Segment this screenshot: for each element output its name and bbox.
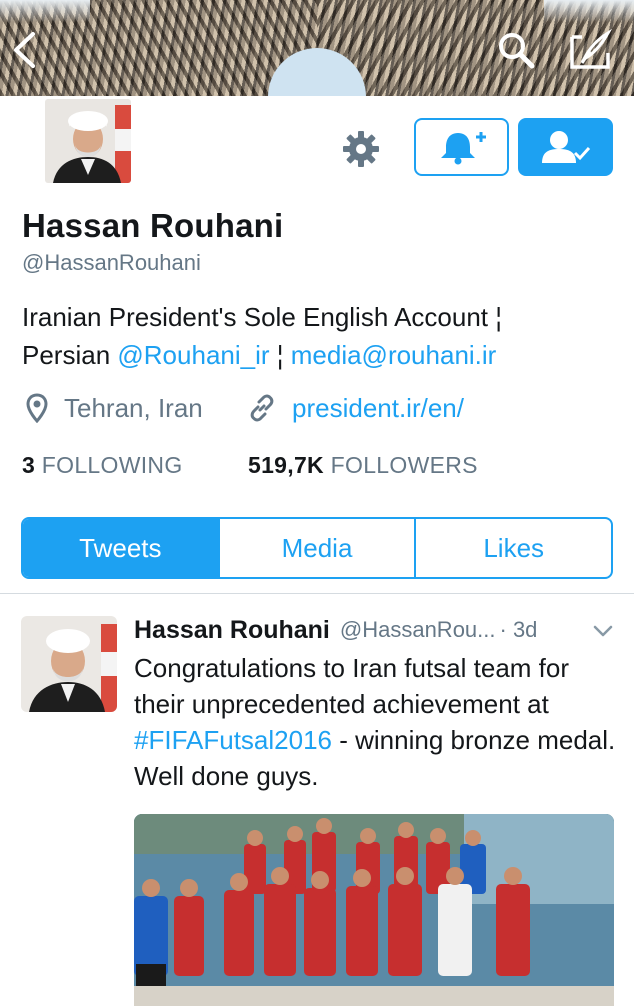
tweet-avatar[interactable] — [21, 616, 117, 712]
profile-avatar[interactable] — [42, 96, 134, 186]
tweet-text: Congratulations to Iran futsal team for … — [134, 650, 626, 794]
profile-tabs: Tweets Media Likes — [21, 517, 613, 579]
following-number: 3 — [22, 452, 36, 478]
gear-icon — [343, 131, 379, 167]
profile-bio: Iranian President's Sole English Account… — [22, 298, 622, 374]
divider — [0, 593, 634, 594]
chevron-left-icon — [14, 32, 35, 68]
location-text: Tehran, Iran — [64, 392, 203, 423]
tweet-timestamp: · 3d — [499, 617, 538, 642]
tab-tweets[interactable]: Tweets — [23, 519, 218, 577]
avatar-image — [45, 99, 131, 183]
tweet-header: Hassan Rouhani @HassanRou... · 3d — [134, 612, 624, 648]
bio-text-2: Persian — [22, 340, 118, 370]
bell-plus-icon — [440, 132, 486, 165]
bio-text-1: Iranian President's Sole English Account… — [22, 302, 502, 332]
compose-button[interactable] — [568, 28, 612, 72]
compose-icon — [570, 29, 612, 69]
profile-website[interactable]: president.ir/en/ — [248, 390, 464, 426]
followers-number: 519,7K — [248, 452, 324, 478]
following-count[interactable]: 3 FOLLOWING — [22, 452, 183, 479]
chevron-down-icon — [593, 625, 613, 637]
search-button[interactable] — [494, 28, 538, 72]
profile-location: Tehran, Iran — [26, 390, 203, 426]
tab-likes[interactable]: Likes — [414, 519, 611, 577]
followers-count[interactable]: 519,7K FOLLOWERS — [248, 452, 478, 479]
back-button[interactable] — [2, 28, 46, 72]
website-link[interactable]: president.ir/en/ — [292, 393, 464, 424]
tab-media[interactable]: Media — [217, 519, 415, 577]
tweet-hashtag-link[interactable]: #FIFAFutsal2016 — [134, 725, 332, 755]
bio-email-link[interactable]: media@rouhani.ir — [291, 340, 497, 370]
banner-sky-right — [544, 0, 634, 22]
tweet-photo[interactable] — [134, 814, 614, 1006]
settings-button[interactable] — [338, 126, 384, 172]
followers-label: FOLLOWERS — [330, 452, 478, 478]
tweet-avatar-image — [21, 616, 117, 712]
bio-separator: ¦ — [269, 340, 291, 370]
header-banner — [0, 0, 634, 96]
notifications-button[interactable] — [414, 118, 509, 176]
team-photo — [134, 814, 614, 1006]
tweet-text-1: Congratulations to Iran futsal team for … — [134, 653, 570, 719]
tweet-author-name[interactable]: Hassan Rouhani — [134, 616, 330, 645]
person-check-icon — [541, 131, 590, 163]
link-icon — [250, 394, 274, 422]
following-label: FOLLOWING — [41, 452, 183, 478]
profile-handle: @HassanRouhani — [22, 250, 201, 275]
following-button[interactable] — [518, 118, 613, 176]
tweet-menu-button[interactable] — [592, 620, 614, 642]
tweet-author-handle[interactable]: @HassanRou... — [340, 617, 496, 643]
search-icon — [499, 33, 535, 69]
bio-mention-link[interactable]: @Rouhani_ir — [117, 340, 269, 370]
profile-name: Hassan Rouhani — [22, 207, 284, 244]
banner-sky-left — [0, 0, 90, 22]
location-pin-icon — [26, 393, 48, 423]
